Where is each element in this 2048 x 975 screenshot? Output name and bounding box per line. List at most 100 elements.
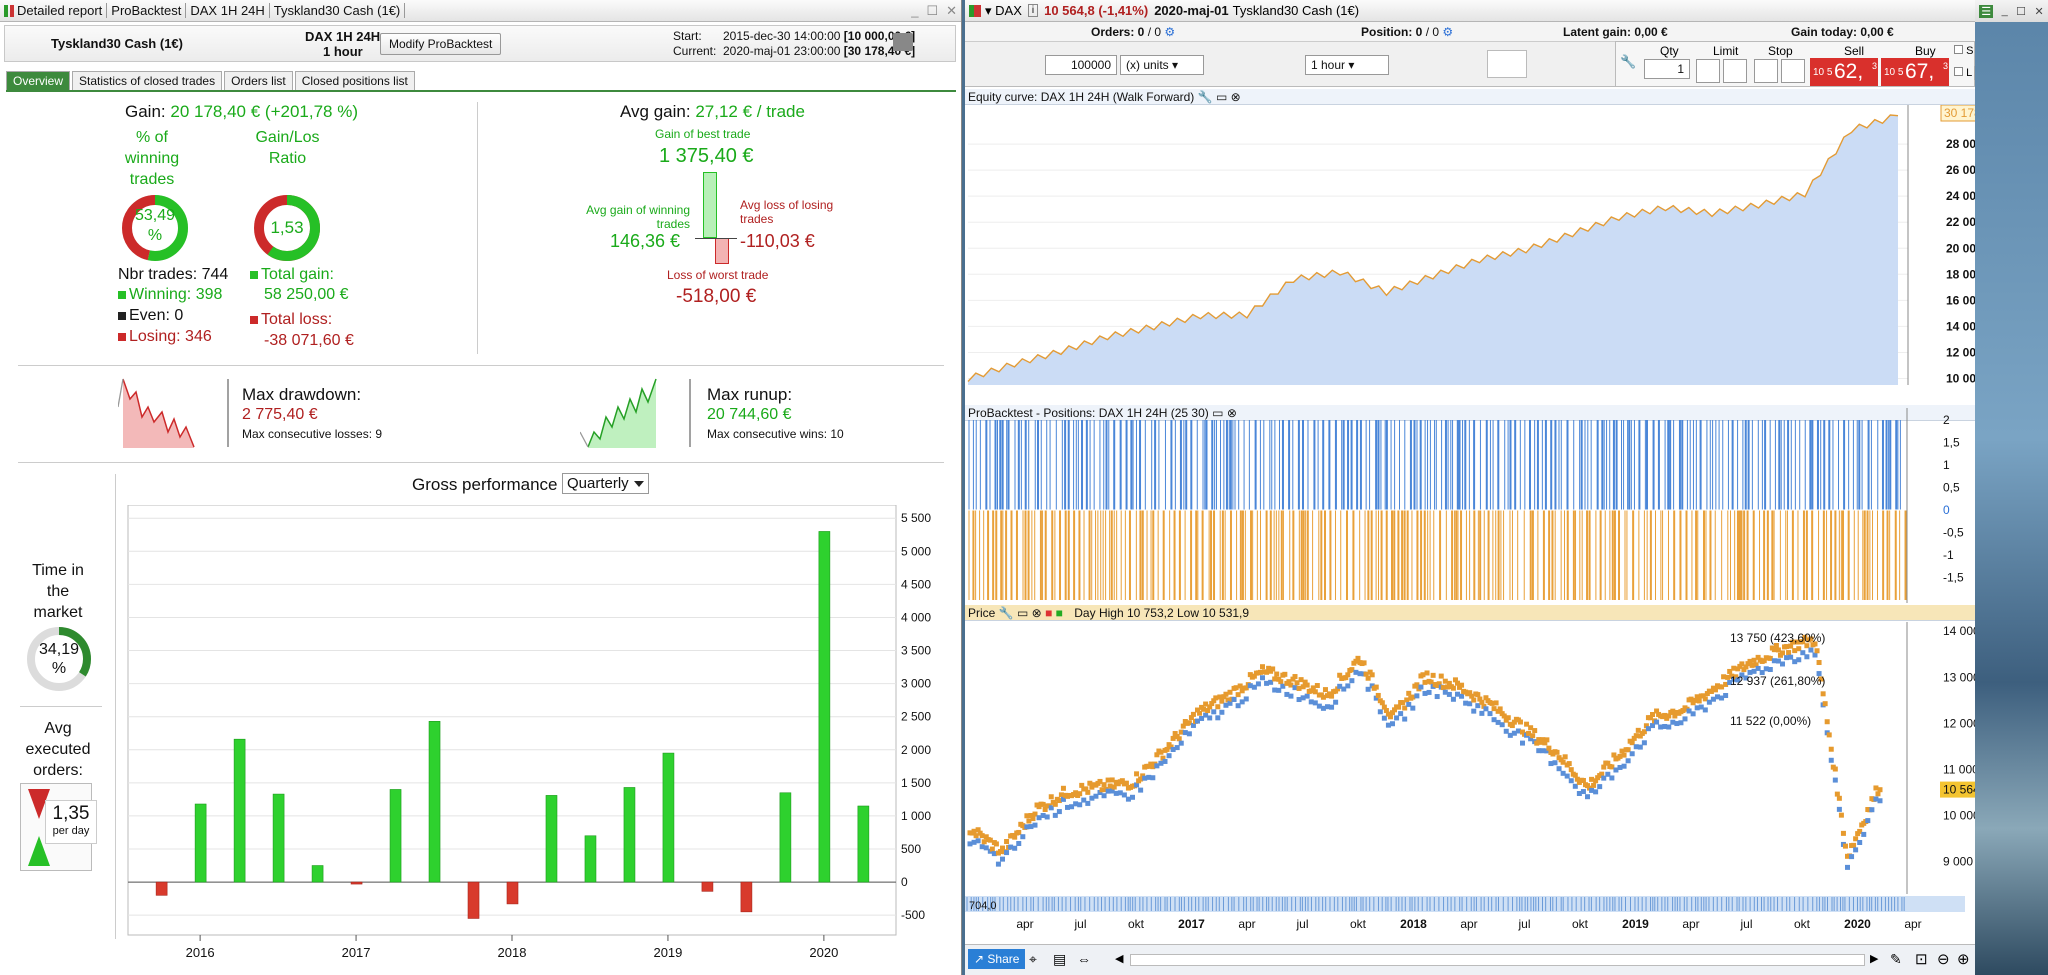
gear-icon[interactable]: ⚙ [1442,25,1453,39]
annotation-label: 11 522 (0,00%) [1730,714,1811,728]
report-icon [4,4,14,17]
chart-type-icon[interactable] [1487,50,1527,78]
bar [155,881,168,896]
price-marker-blue [1654,719,1660,725]
start-row: Start: 2015-dec-30 14:00:00 [10 000,00 €] [673,29,915,43]
price-marker-blue [1000,856,1005,862]
price-marker-blue [1044,814,1050,820]
y-tick-label: 10 000 [1943,809,1975,823]
tab-detailed-report[interactable]: Detailed report [0,3,108,18]
info-icon[interactable]: i [1027,4,1039,17]
print-icon[interactable] [893,33,913,51]
zoom-area-icon[interactable]: ⊡ [1915,950,1928,968]
timeframe-value: 1 hour [1311,58,1346,72]
winning-row: Winning: 398 [118,286,222,304]
horizontal-scrollbar[interactable] [1130,954,1865,966]
minimize-icon[interactable]: _ [907,3,922,18]
price-marker-orange [1004,839,1010,845]
draw-icon[interactable]: ✎ [1890,951,1902,968]
price-marker-blue [1499,722,1505,728]
l-checkbox[interactable] [1954,67,1963,76]
x-tick-label: apr [1238,917,1255,931]
price-marker-orange [1373,684,1379,690]
zoom-in-icon[interactable]: ⊕ [1957,950,1970,968]
price-marker-blue [1020,834,1026,840]
buy-button[interactable]: 10 5 67, 3 [1881,58,1949,86]
tab-instrument[interactable]: Tyskland30 Cash (1€) [270,3,406,18]
time-in-market-value: 34,19 % [38,641,80,677]
wrench-icon[interactable]: 🔧 [1620,54,1636,70]
gear-icon[interactable]: ⚙ [1164,25,1175,39]
stop-buy-icon[interactable] [1754,59,1778,83]
price-marker-orange [1816,660,1822,666]
units-select[interactable]: (x) units ▾ [1120,55,1204,75]
add-indicator-icon[interactable]: ■ [1045,606,1052,620]
window-icon[interactable]: ▭ [1216,90,1227,104]
price-marker-blue [1345,683,1351,689]
menu-icon[interactable]: ☰ [1979,4,1994,18]
price-marker-blue [1178,740,1184,746]
price-marker-blue [1390,721,1395,727]
subtab-statistics[interactable]: Statistics of closed trades [72,71,223,90]
cursor-icon[interactable]: ⌖ [1029,951,1037,968]
desktop-background: ☰ _ ☐ ✕ [1975,0,2048,975]
price-marker-orange [1493,700,1499,706]
maximize-icon[interactable]: ☐ [2016,5,2026,18]
price-marker-blue [1556,766,1562,772]
current-date: 2020-maj-01 [1154,3,1229,18]
winning-count: Winning: 398 [129,286,223,303]
price-marker-blue [1877,798,1883,804]
quantity-input[interactable]: 100000 [1045,55,1117,75]
close-icon[interactable]: ✕ [2035,5,2044,18]
latent-gain: Latent gain: 0,00 € [1563,25,1668,39]
gross-period-select[interactable]: Quarterly [562,473,649,494]
wrench-icon[interactable]: 🔧 [999,606,1014,620]
limit-sell-icon[interactable] [1723,59,1747,83]
close-icon[interactable]: ✕ [942,3,961,19]
time-in-market-label: Time in the market [32,562,84,621]
start-label: Start: [673,29,702,43]
drawdown-sparkline [118,378,229,448]
timeframe-select[interactable]: 1 hour ▾ [1305,55,1389,75]
wrench-icon[interactable]: 🔧 [1198,90,1213,104]
scroll-left-icon[interactable]: ◀ [1115,952,1123,965]
bottom-toolbar: ↗ Share ⌖ ▤ ⇔ ◀ ▶ ✎ ⊡ ⊖ ⊕ [965,944,1975,975]
tab-dax-1h[interactable]: DAX 1H 24H [186,3,270,18]
modify-probacktest-button[interactable]: Modify ProBacktest [380,33,502,55]
price-marker-blue [1483,706,1489,712]
y-tick-label: 18 000 [1946,267,1975,281]
y-tick-label: 0 [901,875,908,889]
close-icon[interactable]: ⊗ [1231,90,1241,104]
subtab-overview[interactable]: Overview [6,71,71,90]
bar [506,881,519,905]
minimize-icon[interactable]: _ [2002,5,2008,17]
x-tick-label: jul [1517,917,1530,931]
price-marker-blue [1130,794,1135,800]
y-tick-label: 4 000 [901,610,931,624]
stop-sell-icon[interactable] [1781,59,1805,83]
symbol-dropdown[interactable]: ▾ DAX [985,3,1022,19]
s-checkbox[interactable] [1954,45,1963,54]
tab-probacktest[interactable]: ProBacktest [107,3,187,18]
add-drawing-icon[interactable]: ■ [1056,606,1063,620]
share-button[interactable]: ↗ Share [968,949,1026,969]
sell-button[interactable]: 10 5 62, 3 [1810,58,1878,86]
limit-buy-icon[interactable] [1696,59,1720,83]
gain-label: Gain: [125,102,166,121]
sell-label: Sell [1844,44,1865,58]
price-marker-blue [1487,711,1493,717]
list-icon[interactable]: ▤ [1053,951,1066,968]
x-tick-label: 2020 [809,945,838,960]
close-icon[interactable]: ⊗ [1032,606,1042,620]
qty-field[interactable]: 1 [1644,59,1690,79]
window-icon[interactable]: ▭ [1017,606,1028,620]
scroll-right-icon[interactable]: ▶ [1870,952,1878,965]
zoom-out-icon[interactable]: ⊖ [1937,950,1950,968]
price-marker-orange [1475,692,1481,698]
runup-sparkline [580,378,691,448]
subtab-positions[interactable]: Closed positions list [294,71,415,90]
maximize-icon[interactable]: ☐ [922,3,942,19]
subtab-orders[interactable]: Orders list [224,71,293,90]
fit-icon[interactable]: ⇔ [1077,951,1091,967]
y-tick-label: 3 000 [901,677,931,691]
